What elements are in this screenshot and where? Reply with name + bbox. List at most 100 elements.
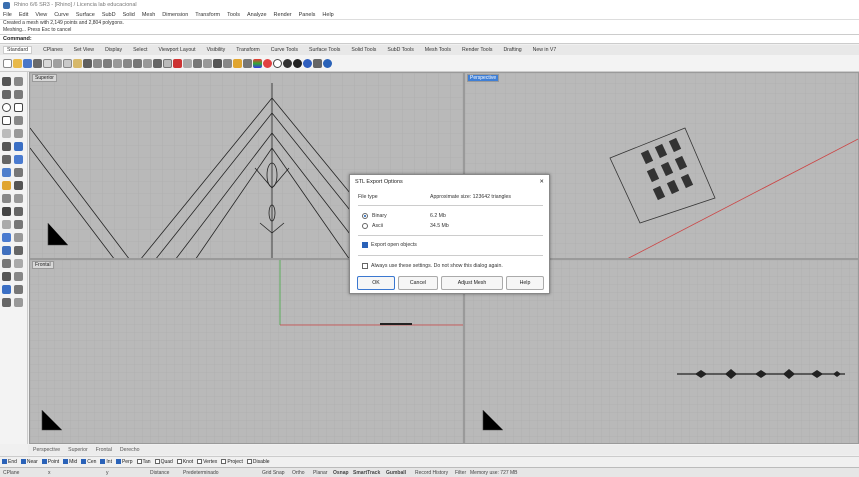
osnap-near[interactable]: Near (20, 459, 38, 465)
move-icon[interactable] (2, 220, 11, 229)
explode-icon[interactable] (14, 207, 23, 216)
fillet-icon[interactable] (14, 129, 23, 138)
checkbox[interactable] (41, 459, 47, 464)
wireframe-sphere-icon[interactable] (273, 58, 282, 68)
light-bulb-icon[interactable] (233, 58, 242, 68)
menu-transform[interactable]: Transform (195, 12, 220, 18)
tab-drafting[interactable]: Drafting (503, 47, 521, 53)
osnap-knot[interactable]: Knot (176, 459, 193, 465)
split-icon[interactable] (14, 194, 23, 203)
lock-icon[interactable] (213, 58, 222, 68)
menu-file[interactable]: File (3, 12, 12, 18)
menu-subd[interactable]: SubD (102, 12, 116, 18)
loft-icon[interactable] (2, 168, 11, 177)
polyline-icon[interactable] (2, 90, 11, 99)
scale-icon[interactable] (14, 233, 23, 242)
command-input[interactable]: Command: (0, 34, 859, 44)
array-icon[interactable] (14, 246, 23, 255)
osnap-quad[interactable]: Quad (154, 459, 173, 465)
tab-display[interactable]: Display (105, 47, 122, 53)
edit-points-icon[interactable] (14, 285, 23, 294)
checkbox[interactable] (81, 459, 87, 464)
mirror-icon[interactable] (2, 246, 11, 255)
tab-viewport-layout[interactable]: Viewport Layout (159, 47, 196, 53)
tab-mesh-tools[interactable]: Mesh Tools (425, 47, 451, 53)
arc-icon[interactable] (14, 116, 23, 125)
menu-surface[interactable]: Surface (76, 12, 95, 18)
checkbox[interactable] (136, 459, 142, 464)
zoom-selected-icon[interactable] (143, 58, 152, 68)
checkbox[interactable] (197, 459, 203, 464)
close-icon[interactable]: ✕ (539, 179, 544, 185)
help-button[interactable]: Help (506, 276, 544, 290)
analyze-icon[interactable] (193, 58, 202, 68)
osnap-mid[interactable]: Mid (63, 459, 77, 465)
cplane-icon[interactable] (203, 58, 212, 68)
dimension-icon[interactable] (2, 259, 11, 268)
extrude-icon[interactable] (14, 142, 23, 151)
rendered-sphere-icon[interactable] (293, 58, 302, 68)
ok-button[interactable]: OK (357, 276, 395, 290)
adjust-mesh-button[interactable]: Adjust Mesh (441, 276, 503, 290)
osnap-point[interactable]: Point (41, 459, 59, 465)
tab-transform[interactable]: Transform (236, 47, 259, 53)
shaded-sphere-icon[interactable] (283, 58, 292, 68)
viewport-tab-superior[interactable]: Superior (68, 447, 88, 453)
status-grid-snap[interactable]: Grid Snap (262, 470, 285, 476)
zoom-window-icon[interactable] (123, 58, 132, 68)
more-tools-icon[interactable] (14, 298, 23, 307)
status-filter[interactable]: Filter (455, 470, 466, 476)
tab-new-in-v7[interactable]: New in V7 (533, 47, 557, 53)
tab-render-tools[interactable]: Render Tools (462, 47, 492, 53)
new-file-icon[interactable] (3, 58, 12, 68)
binary-radio[interactable] (362, 213, 368, 219)
curve-icon[interactable] (14, 90, 23, 99)
four-viewports-icon[interactable] (163, 58, 172, 68)
status-planar[interactable]: Planar (313, 470, 327, 476)
material-icon[interactable] (253, 58, 262, 68)
viewport-tab-frontal[interactable]: Frontal (96, 447, 112, 453)
osnap-vertex[interactable]: Vertex (197, 459, 217, 465)
ascii-radio[interactable] (362, 223, 368, 229)
tab-surface-tools[interactable]: Surface Tools (309, 47, 340, 53)
checkbox[interactable] (154, 459, 160, 464)
menu-analyze[interactable]: Analyze (247, 12, 267, 18)
cancel-button[interactable]: Cancel (398, 276, 438, 290)
tab-solid-tools[interactable]: Solid Tools (351, 47, 376, 53)
paste-icon[interactable] (73, 58, 82, 68)
checkbox[interactable] (20, 459, 26, 464)
osnap-int[interactable]: Int (100, 459, 112, 465)
status-smarttrack[interactable]: SmartTrack (353, 470, 380, 476)
ellipse-icon[interactable] (2, 129, 11, 138)
circle-icon[interactable] (2, 103, 11, 112)
render-sphere-icon[interactable] (263, 58, 272, 68)
distance-icon[interactable] (183, 58, 192, 68)
checkbox[interactable] (100, 459, 106, 464)
group-icon[interactable] (14, 272, 23, 281)
checkbox[interactable] (221, 459, 227, 464)
menu-curve[interactable]: Curve (54, 12, 69, 18)
print-icon[interactable] (33, 58, 42, 68)
zoom-extents-icon[interactable] (133, 58, 142, 68)
layer-icon[interactable] (223, 58, 232, 68)
osnap-end[interactable]: End (2, 459, 17, 465)
import-icon[interactable] (43, 58, 52, 68)
rotate-icon[interactable] (2, 233, 11, 242)
options-icon[interactable] (313, 58, 322, 68)
copy-icon[interactable] (63, 58, 72, 68)
tab-curve-tools[interactable]: Curve Tools (271, 47, 298, 53)
status-layer[interactable]: Predeterminado (183, 470, 219, 476)
sphere-icon[interactable] (2, 155, 11, 164)
tab-cplanes[interactable]: CPlanes (43, 47, 63, 53)
polygon-icon[interactable] (2, 116, 11, 125)
pan-icon[interactable] (93, 58, 102, 68)
environment-icon[interactable] (303, 58, 312, 68)
menu-help[interactable]: Help (322, 12, 333, 18)
trim-icon[interactable] (2, 194, 11, 203)
undo-view-icon[interactable] (153, 58, 162, 68)
checkbox[interactable] (63, 459, 69, 464)
osnap-cen[interactable]: Cen (81, 459, 96, 465)
menu-mesh[interactable]: Mesh (142, 12, 155, 18)
status-gumball[interactable]: Gumball (386, 470, 406, 476)
tab-select[interactable]: Select (133, 47, 147, 53)
